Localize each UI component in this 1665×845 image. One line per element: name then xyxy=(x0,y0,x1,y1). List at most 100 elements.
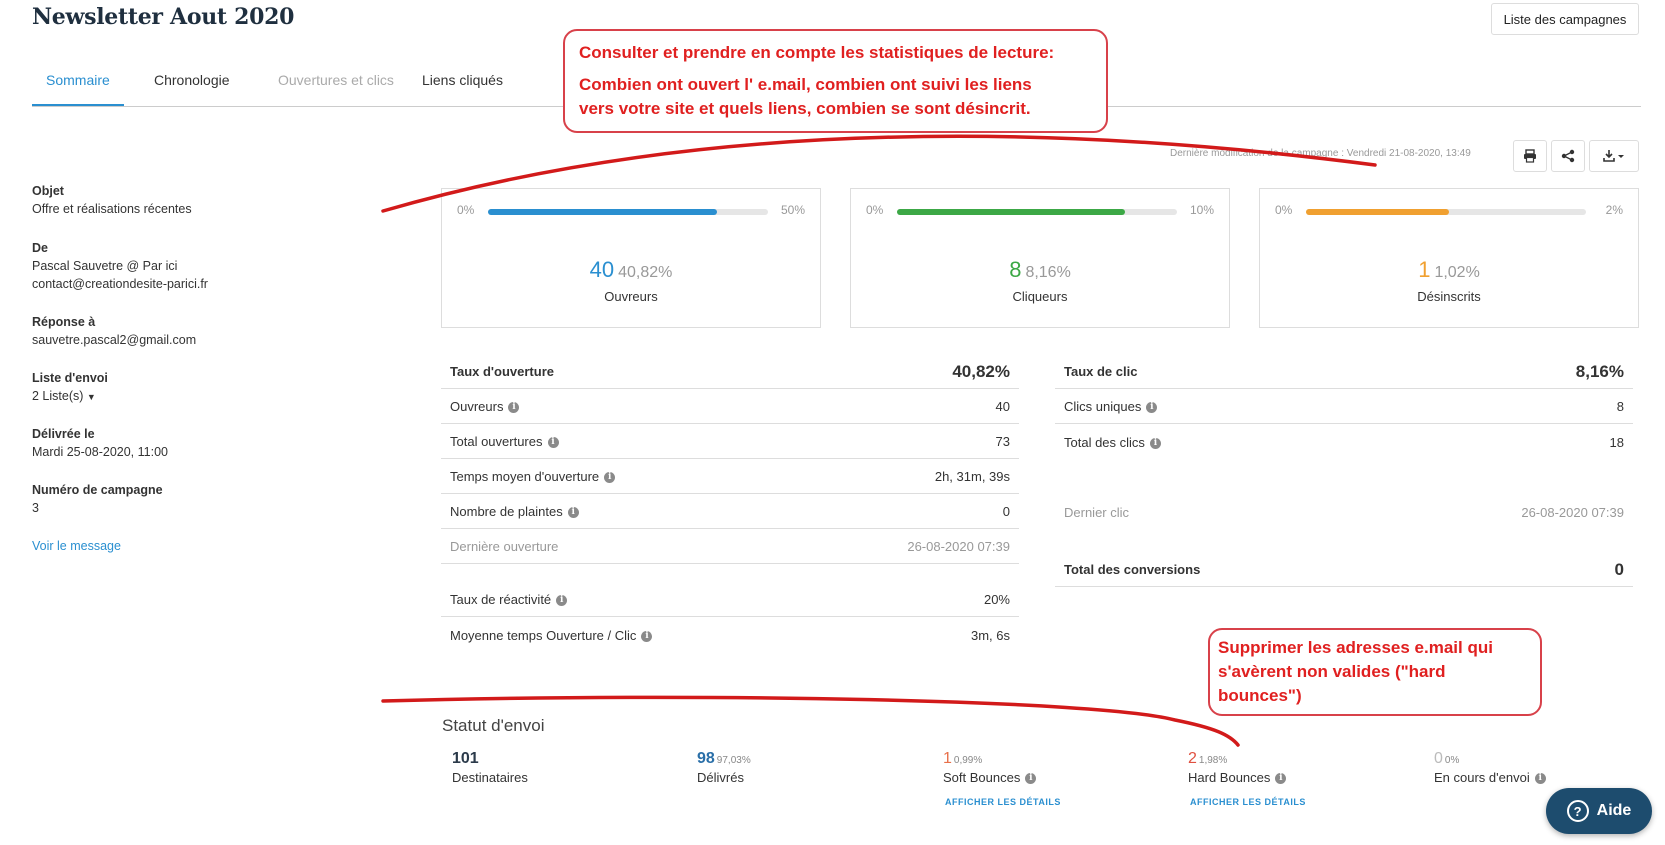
delivered-value: Mardi 25-08-2020, 11:00 xyxy=(32,445,168,459)
last-click-value: 26-08-2020 07:39 xyxy=(1521,504,1624,520)
annotation-top-line3: vers votre site et quels liens, combien … xyxy=(579,99,1031,118)
help-button[interactable]: ? Aide xyxy=(1546,788,1652,834)
click-rate-value: 8,16% xyxy=(1575,361,1624,381)
info-icon[interactable]: i xyxy=(1146,402,1158,414)
recipients-stat: 101 Destinataires xyxy=(452,750,528,785)
sending-count: 0 xyxy=(1434,750,1443,767)
clickers-progress-bar xyxy=(897,209,1177,215)
openers-card: 0% 50% 40 40,82% Ouvreurs xyxy=(441,188,821,328)
download-menu-button[interactable] xyxy=(1589,140,1639,172)
unsubscribed-percent: 1,02% xyxy=(1434,264,1480,281)
tab-summary[interactable]: Sommaire xyxy=(32,66,124,106)
complaints-row: Nombre de plaintes i 0 xyxy=(441,495,1019,529)
reply-to-label: Réponse à xyxy=(32,315,96,329)
delivered-label: Délivrés xyxy=(697,770,744,785)
info-icon[interactable]: i xyxy=(604,472,616,484)
reactivity-value: 20% xyxy=(983,592,1010,607)
unique-clicks-value: 8 xyxy=(1616,399,1624,414)
complaints-label: Nombre de plaintes xyxy=(450,504,563,519)
hard-bounces-stat: 2 1,98% Hard Bounces i AFFICHER LES DÉTAIL… xyxy=(1188,750,1306,807)
sending-percent: 0% xyxy=(1444,755,1460,766)
hard-bounces-count: 2 xyxy=(1188,750,1197,767)
last-open-label: Dernière ouverture xyxy=(450,539,559,554)
soft-bounces-percent: 0,99% xyxy=(953,755,983,766)
unsubscribed-label: Désinscrits xyxy=(1417,289,1481,304)
last-modified-value: Vendredi 21-08-2020, 13:49 xyxy=(1346,148,1471,159)
annotation-hard-bounces: Supprimer les adresses e.mail qui s'avèr… xyxy=(1208,628,1542,716)
openers-bar-min: 0% xyxy=(457,203,475,217)
openers-row: Ouvreurs i 40 xyxy=(441,390,1019,424)
openers-percent: 40,82% xyxy=(618,264,673,281)
tab-timeline[interactable]: Chronologie xyxy=(140,66,244,104)
info-icon[interactable]: i xyxy=(1534,773,1546,785)
delivered-count: 98 xyxy=(697,750,715,767)
unique-clicks-row: Clics uniques i 8 xyxy=(1055,390,1633,424)
hard-bounces-details-link[interactable]: AFFICHER LES DÉTAILS xyxy=(1188,797,1306,807)
print-icon xyxy=(1524,149,1536,163)
download-icon xyxy=(1603,150,1624,162)
total-clicks-label: Total des clics xyxy=(1064,434,1145,450)
total-opens-value: 73 xyxy=(995,434,1010,449)
campaign-number-block: Numéro de campagne 3 xyxy=(32,481,163,517)
from-block: De Pascal Sauvetre @ Par ici contact@cre… xyxy=(32,239,208,293)
delivered-label: Délivrée le xyxy=(32,427,95,441)
unsubscribed-value: 1 1,02% xyxy=(1260,257,1638,283)
click-rate-label: Taux de clic xyxy=(1064,364,1138,379)
tab-opens-clicks[interactable]: Ouvertures et clics xyxy=(264,66,408,104)
openers-progress-fill xyxy=(488,209,717,215)
clickers-percent: 8,16% xyxy=(1025,264,1071,281)
from-label: De xyxy=(32,241,48,255)
info-icon[interactable]: i xyxy=(547,437,559,449)
soft-bounces-details-link[interactable]: AFFICHER LES DÉTAILS xyxy=(943,797,1061,807)
hard-bounces-percent: 1,98% xyxy=(1198,755,1228,766)
share-button[interactable] xyxy=(1551,140,1585,172)
soft-bounces-stat: 1 0,99% Soft Bounces i AFFICHER LES DÉTAIL… xyxy=(943,750,1061,807)
view-message-link[interactable]: Voir le message xyxy=(32,537,121,555)
info-icon[interactable]: i xyxy=(641,630,653,642)
click-rate-row: Taux de clic 8,16% xyxy=(1055,355,1633,389)
openers-progress-bar xyxy=(488,209,768,215)
sending-label: En cours d'envoi xyxy=(1434,770,1530,785)
share-icon xyxy=(1561,149,1575,163)
open-stats-table: Taux d'ouverture 40,82% Ouvreurs i 40 Total… xyxy=(441,355,1019,667)
send-status-title: Statut d'envoi xyxy=(442,716,545,735)
tab-clicked-links[interactable]: Liens cliqués xyxy=(408,66,517,104)
campaign-number-value: 3 xyxy=(32,501,39,515)
openers-row-label: Ouvreurs xyxy=(450,399,504,414)
info-icon[interactable]: i xyxy=(1149,437,1161,449)
campaigns-list-button[interactable]: Liste des campagnes xyxy=(1491,3,1639,35)
annotation-bottom-line2: s'avèrent non valides ("hard xyxy=(1218,662,1446,681)
subject-value: Offre et réalisations récentes xyxy=(32,202,192,216)
avg-open-click-value: 3m, 6s xyxy=(970,627,1010,643)
sending-stat: 0 0% En cours d'envoi i xyxy=(1434,750,1546,785)
info-icon[interactable]: i xyxy=(556,595,568,607)
subject-block: Objet Offre et réalisations récentes xyxy=(32,182,192,218)
complaints-value: 0 xyxy=(1002,504,1010,519)
hard-bounces-label: Hard Bounces xyxy=(1188,770,1271,785)
conversions-label: Total des conversions xyxy=(1064,562,1201,577)
last-modified-label: Dernière modification de la campagne : xyxy=(1170,148,1344,159)
info-icon[interactable]: i xyxy=(508,402,520,414)
reply-to-value: sauvetre.pascal2@gmail.com xyxy=(32,333,197,347)
total-clicks-row: Total des clics i 18 xyxy=(1055,425,1633,459)
print-button[interactable] xyxy=(1513,140,1547,172)
help-label: Aide xyxy=(1596,802,1632,819)
total-opens-row: Total ouvertures i 73 xyxy=(441,425,1019,459)
openers-count: 40 xyxy=(589,257,615,282)
info-icon[interactable]: i xyxy=(1275,773,1287,785)
soft-bounces-count: 1 xyxy=(943,750,952,767)
last-click-label: Dernier clic xyxy=(1064,504,1130,520)
mailing-list-dropdown[interactable]: 2 Liste(s) ▼ xyxy=(32,387,108,406)
unique-clicks-label: Clics uniques xyxy=(1064,399,1142,414)
info-icon[interactable]: i xyxy=(1025,773,1037,785)
mailing-list-value: 2 Liste(s) xyxy=(32,389,84,403)
recipients-count: 101 xyxy=(452,750,479,767)
clickers-progress-fill xyxy=(897,209,1126,215)
caret-down-icon: ▼ xyxy=(86,392,96,402)
subject-label: Objet xyxy=(32,184,64,198)
info-icon[interactable]: i xyxy=(567,507,579,519)
clickers-bar-max: 10% xyxy=(1189,203,1214,217)
annotation-top-line2: Combien ont ouvert l' e.mail, combien on… xyxy=(579,75,1032,94)
total-opens-label: Total ouvertures xyxy=(450,434,543,449)
conversions-value: 0 xyxy=(1614,559,1624,579)
